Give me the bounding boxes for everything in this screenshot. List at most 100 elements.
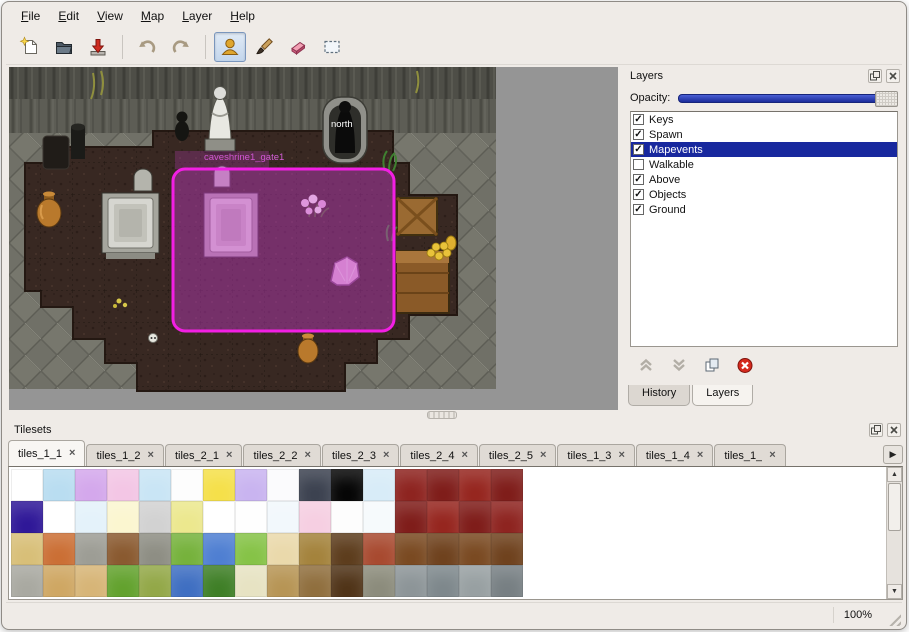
tileset-tab[interactable]: tiles_2_3 — [322, 444, 399, 466]
tileset-scrollbar[interactable]: ▲ ▼ — [886, 467, 902, 599]
undock-panel-button[interactable] — [869, 423, 883, 437]
move-layer-down-button[interactable] — [669, 356, 689, 374]
tileset-tile[interactable] — [235, 533, 267, 565]
tileset-tab[interactable]: tiles_2_4 — [400, 444, 477, 466]
brush-tool-button[interactable] — [248, 32, 280, 62]
new-map-button[interactable] — [14, 32, 46, 62]
close-tab-icon[interactable] — [226, 450, 232, 461]
close-tab-icon[interactable] — [69, 448, 75, 459]
tileset-tile[interactable] — [459, 501, 491, 533]
opacity-slider-handle[interactable] — [875, 91, 898, 107]
resize-grip[interactable] — [886, 611, 901, 626]
undo-button[interactable] — [131, 32, 163, 62]
tileset-tile[interactable] — [171, 469, 203, 501]
undock-panel-button[interactable] — [868, 69, 882, 83]
tileset-tab[interactable]: tiles_1_1 — [8, 440, 85, 466]
tileset-tile[interactable] — [107, 565, 139, 597]
close-panel-button[interactable] — [887, 423, 901, 437]
redo-button[interactable] — [165, 32, 197, 62]
tileset-tile[interactable] — [331, 501, 363, 533]
layer-checkbox[interactable]: ✓ — [633, 144, 644, 155]
selection-rectangle[interactable] — [173, 151, 394, 331]
tileset-tab[interactable]: tiles_1_4 — [636, 444, 713, 466]
tileset-tile[interactable] — [459, 469, 491, 501]
tileset-tile[interactable] — [459, 565, 491, 597]
scrollbar-thumb[interactable] — [888, 483, 901, 531]
tileset-tile[interactable] — [235, 469, 267, 501]
tileset-tile[interactable] — [171, 501, 203, 533]
menu-edit[interactable]: Edit — [49, 6, 88, 26]
tileset-tile[interactable] — [267, 501, 299, 533]
tab-layers[interactable]: Layers — [692, 385, 753, 406]
opacity-slider[interactable] — [678, 94, 898, 103]
tileset-tile[interactable] — [459, 533, 491, 565]
menu-view[interactable]: View — [88, 6, 132, 26]
layer-row-ground[interactable]: ✓ Ground — [631, 202, 897, 217]
tileset-tile[interactable] — [363, 469, 395, 501]
tileset-tile[interactable] — [235, 565, 267, 597]
tileset-tile[interactable] — [203, 565, 235, 597]
tileset-tile[interactable] — [11, 501, 43, 533]
layer-checkbox[interactable]: ✓ — [633, 129, 644, 140]
layer-row-spawn[interactable]: ✓ Spawn — [631, 127, 897, 142]
tileset-tile[interactable] — [331, 469, 363, 501]
close-tab-icon[interactable] — [148, 450, 154, 461]
open-button[interactable] — [48, 32, 80, 62]
layer-row-keys[interactable]: ✓ Keys — [631, 112, 897, 127]
menu-map[interactable]: Map — [132, 6, 173, 26]
tileset-tile[interactable] — [299, 533, 331, 565]
layer-checkbox[interactable]: ✓ — [633, 114, 644, 125]
tileset-tile[interactable] — [107, 533, 139, 565]
close-tab-icon[interactable] — [697, 450, 703, 461]
scroll-down-button[interactable]: ▼ — [887, 584, 902, 599]
tileset-tile[interactable] — [139, 533, 171, 565]
tileset-tile[interactable] — [43, 469, 75, 501]
tileset-tab[interactable]: tiles_1_ — [714, 444, 785, 466]
tab-scroll-right-button[interactable]: ▶ — [883, 445, 903, 464]
tileset-tile[interactable] — [107, 501, 139, 533]
tileset-tile[interactable] — [491, 469, 523, 501]
tileset-tile[interactable] — [299, 565, 331, 597]
tileset-tile[interactable] — [11, 565, 43, 597]
save-button[interactable] — [82, 32, 114, 62]
close-tab-icon[interactable] — [305, 450, 311, 461]
tileset-tile[interactable] — [139, 501, 171, 533]
tileset-tile[interactable] — [11, 533, 43, 565]
close-panel-button[interactable] — [886, 69, 900, 83]
tileset-tile[interactable] — [75, 501, 107, 533]
tileset-tile[interactable] — [491, 501, 523, 533]
menu-help[interactable]: Help — [221, 6, 264, 26]
tileset-tile[interactable] — [235, 501, 267, 533]
tileset-tile[interactable] — [203, 469, 235, 501]
close-tab-icon[interactable] — [540, 450, 546, 461]
layer-row-above[interactable]: ✓ Above — [631, 172, 897, 187]
tileset-tile[interactable] — [203, 533, 235, 565]
tileset-tile[interactable] — [75, 565, 107, 597]
tileset-tab[interactable]: tiles_2_2 — [243, 444, 320, 466]
tileset-tile[interactable] — [107, 469, 139, 501]
menu-file[interactable]: File — [12, 6, 49, 26]
layer-checkbox[interactable] — [633, 159, 644, 170]
layer-checkbox[interactable]: ✓ — [633, 189, 644, 200]
eraser-tool-button[interactable] — [282, 32, 314, 62]
tileset-tile[interactable] — [139, 469, 171, 501]
tileset-tile[interactable] — [299, 469, 331, 501]
tileset-tile[interactable] — [267, 469, 299, 501]
tileset-tile[interactable] — [299, 501, 331, 533]
tileset-tile[interactable] — [203, 501, 235, 533]
tileset-tab[interactable]: tiles_1_2 — [86, 444, 163, 466]
layer-checkbox[interactable]: ✓ — [633, 174, 644, 185]
close-tab-icon[interactable] — [618, 450, 624, 461]
tileset-tab[interactable]: tiles_2_5 — [479, 444, 556, 466]
scroll-up-button[interactable]: ▲ — [887, 467, 902, 482]
tileset-tile[interactable] — [43, 533, 75, 565]
stamp-tool-button[interactable] — [214, 32, 246, 62]
layer-row-mapevents[interactable]: ✓ Mapevents — [631, 142, 897, 157]
tileset-tile[interactable] — [171, 565, 203, 597]
tileset-tile[interactable] — [395, 565, 427, 597]
tileset-tile[interactable] — [427, 533, 459, 565]
tileset-tile[interactable] — [395, 469, 427, 501]
tileset-tile[interactable] — [267, 565, 299, 597]
map-canvas-area[interactable]: north caveshrine1_gate1 — [9, 67, 618, 410]
tileset-tile[interactable] — [267, 533, 299, 565]
